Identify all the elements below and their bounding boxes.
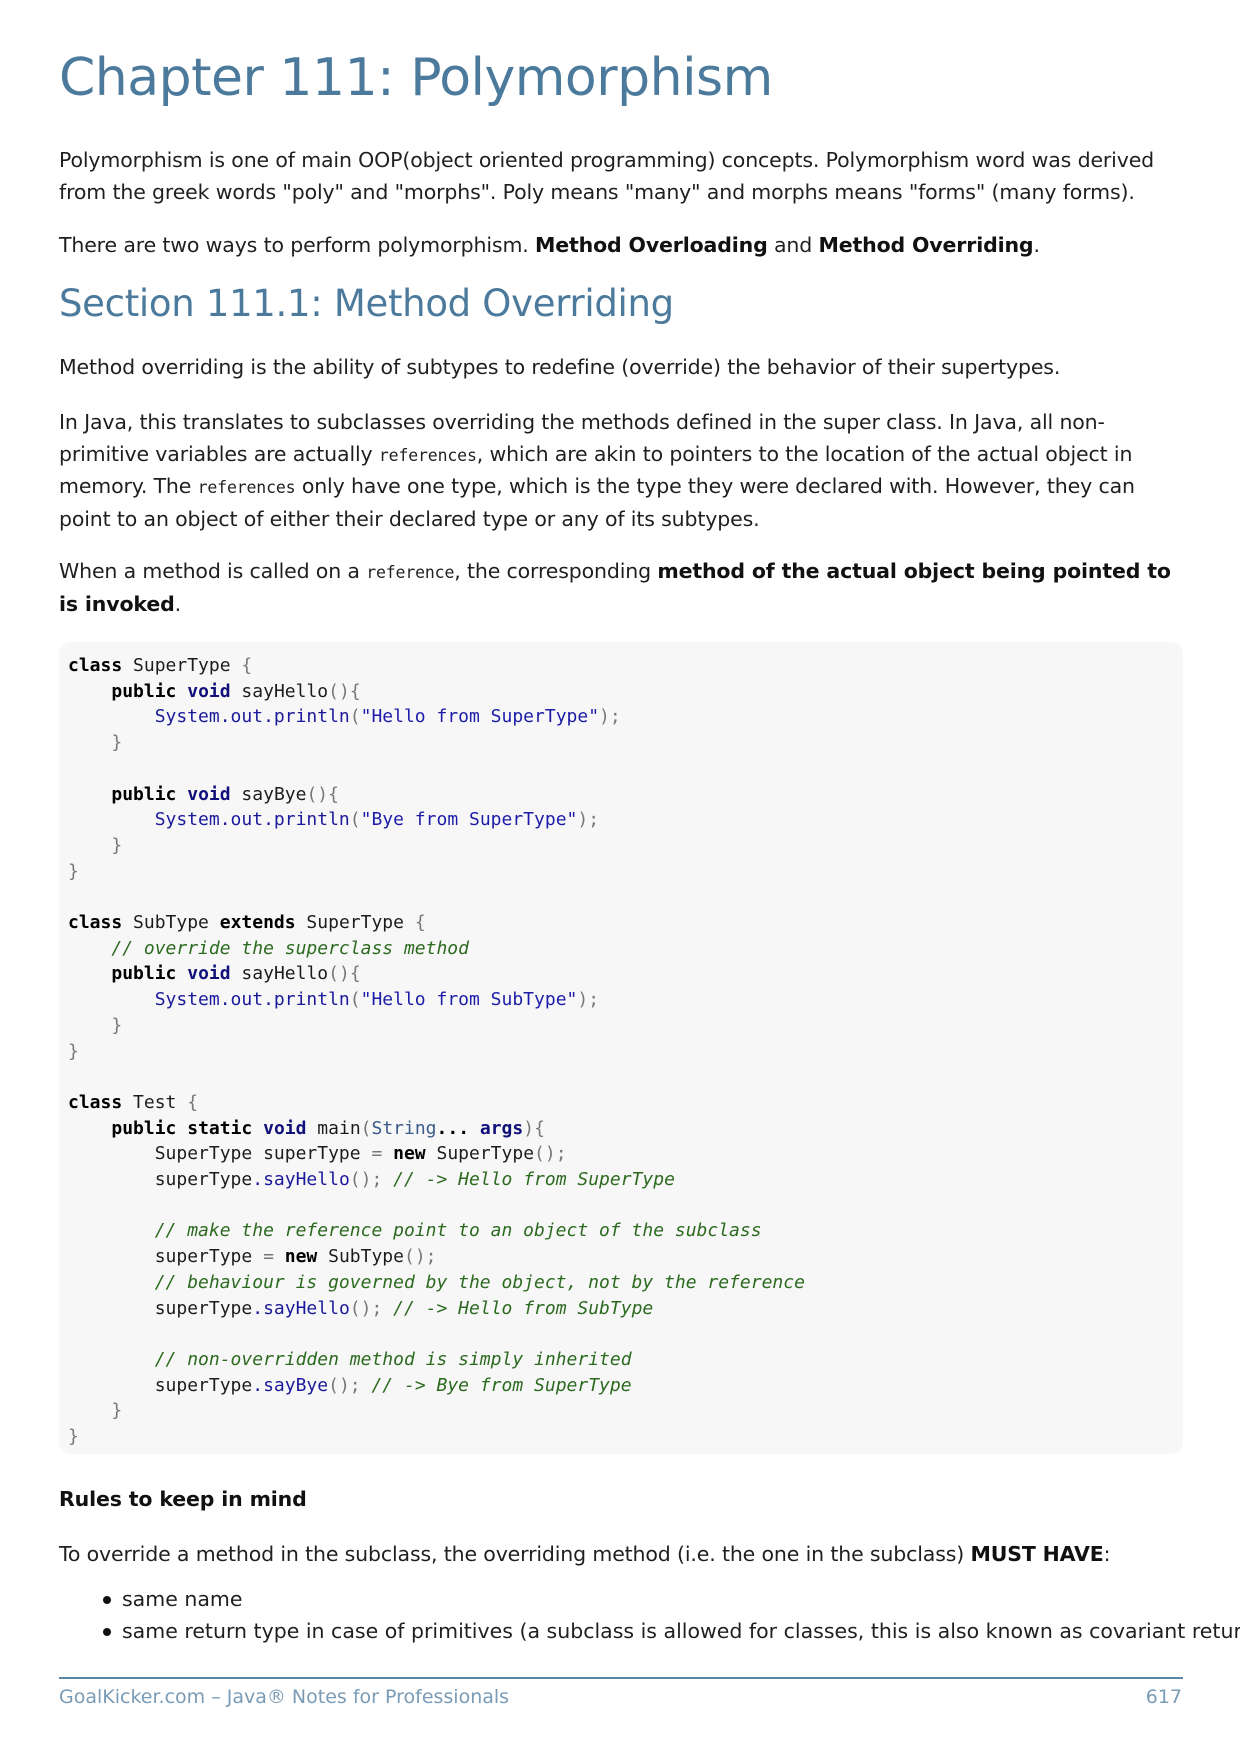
rules-intro-colon: : xyxy=(1103,1542,1111,1566)
rules-intro-text: To override a method in the subclass, th… xyxy=(59,1542,971,1566)
bullet-icon xyxy=(103,1627,111,1636)
intro-paragraph-2: There are two ways to perform polymorphi… xyxy=(59,230,1183,262)
rules-intro: To override a method in the subclass, th… xyxy=(59,1539,1183,1571)
rule-text: same name xyxy=(122,1587,243,1611)
rules-heading-text: Rules to keep in mind xyxy=(59,1487,307,1511)
section-paragraph-3: When a method is called on a reference, … xyxy=(59,556,1183,620)
section-paragraph-1: Method overriding is the ability of subt… xyxy=(59,355,1061,379)
rules-list: same name same return type in case of pr… xyxy=(59,1584,1240,1648)
footer-divider xyxy=(59,1677,1183,1679)
section-p3-text-c: . xyxy=(174,591,182,616)
inline-code-references-2: references xyxy=(197,478,296,497)
intro-paragraph-1: Polymorphism is one of main OOP(object o… xyxy=(59,148,1155,204)
list-item: same return type in case of primitives (… xyxy=(59,1616,1240,1648)
intro-p2-text-start: There are two ways to perform polymorphi… xyxy=(59,233,535,257)
section-paragraph-2: In Java, this translates to subclasses o… xyxy=(59,407,1183,535)
section-p3-text-b: , the corresponding xyxy=(454,559,658,583)
must-have-term: MUST HAVE xyxy=(970,1542,1104,1566)
footer-source: GoalKicker.com – Java® Notes for Profess… xyxy=(59,1686,510,1708)
intro-p2-text-end: . xyxy=(1033,233,1040,257)
inline-code-reference: reference xyxy=(366,563,455,582)
rule-text: same return type in case of primitives (… xyxy=(122,1618,1240,1643)
page-number: 617 xyxy=(1145,1686,1182,1708)
list-item: same name xyxy=(59,1584,1183,1616)
code-listing: class SuperType { public void sayHello()… xyxy=(68,655,805,1448)
method-overloading-term: Method Overloading xyxy=(535,233,768,257)
code-block: class SuperType { public void sayHello()… xyxy=(59,642,1183,1454)
chapter-title: Chapter 111: Polymorphism xyxy=(59,48,773,108)
section-p3-text-a: When a method is called on a xyxy=(59,559,367,583)
rules-heading: Rules to keep in mind xyxy=(59,1484,1183,1516)
method-overriding-term: Method Overriding xyxy=(818,233,1034,257)
bullet-icon xyxy=(103,1596,111,1604)
intro-p2-text-mid: and xyxy=(767,233,819,257)
inline-code-references-1: references xyxy=(378,445,477,465)
section-title: Section 111.1: Method Overriding xyxy=(59,282,674,325)
